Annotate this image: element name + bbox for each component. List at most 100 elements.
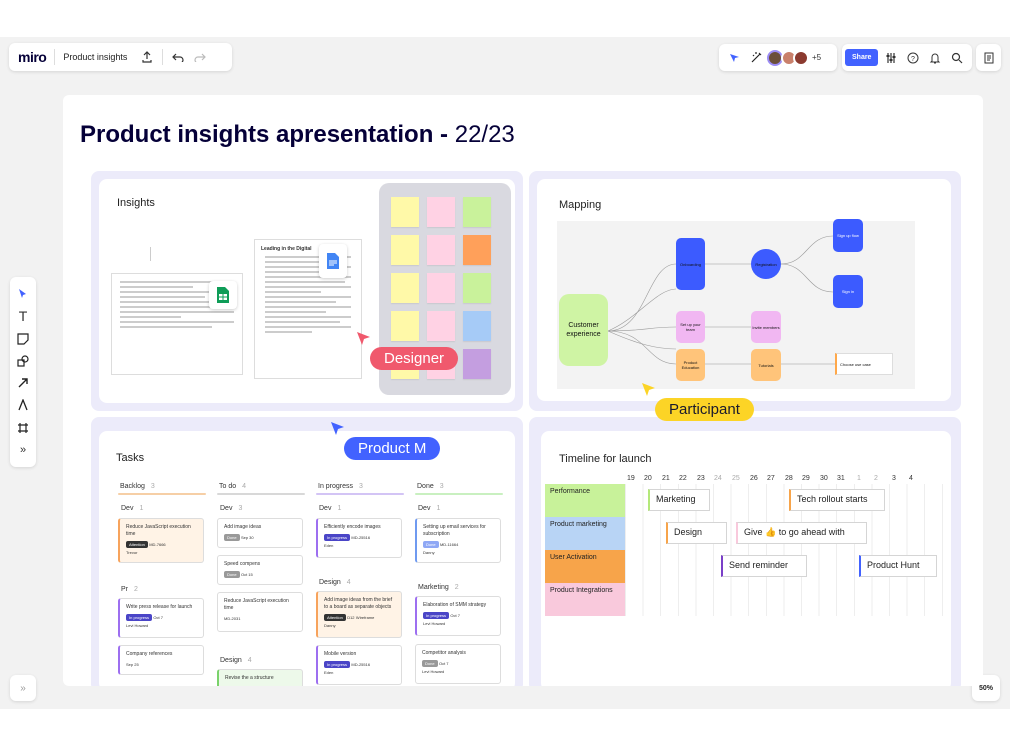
status-tag: Done	[423, 541, 439, 548]
task-card[interactable]: Reduce JavaScript execution time Attenti…	[118, 518, 204, 563]
board-name[interactable]: Product insights	[63, 52, 127, 62]
insights-panel[interactable]: Insights Leading in the Digital	[99, 179, 515, 403]
assignee-name: Danny	[324, 623, 336, 628]
task-card[interactable]: Elaboration of SMM strategy In progress …	[415, 596, 501, 636]
task-card[interactable]: Speed compens Done Oct 15	[217, 555, 303, 585]
task-card[interactable]: Competitor analysis Done Oct 7 Levi Howa…	[415, 644, 501, 684]
connector-arrow-icon[interactable]	[12, 372, 34, 394]
timeline-bar[interactable]: Send reminder	[721, 555, 807, 577]
timeline-bar[interactable]: Product Hunt	[859, 555, 937, 577]
mind-map-root-node[interactable]: Customer experience	[559, 294, 608, 366]
insights-title: Insights	[117, 197, 155, 209]
swimlane-name: Design	[319, 579, 341, 586]
avatar[interactable]	[793, 49, 809, 66]
sticky-note[interactable]	[427, 311, 455, 341]
column-underline	[415, 493, 503, 495]
sticky-note[interactable]	[427, 273, 455, 303]
task-title: Revise the a structure	[225, 675, 274, 681]
sticky-note-icon[interactable]	[12, 328, 34, 350]
mind-map-node[interactable]: Invite members	[751, 311, 781, 343]
sticky-note[interactable]	[463, 235, 491, 265]
export-icon[interactable]	[136, 46, 158, 68]
notifications-bell-icon[interactable]	[924, 47, 946, 69]
share-toolbar: Share ?	[842, 44, 972, 71]
miro-logo[interactable]: miro	[18, 49, 47, 65]
redo-icon[interactable]	[189, 46, 211, 68]
mind-map-node[interactable]: Choose use case	[835, 353, 893, 375]
timeline-day: 26	[750, 475, 758, 482]
designer-cursor-label: Designer	[370, 347, 459, 370]
sticky-note[interactable]	[391, 311, 419, 341]
sticky-note[interactable]	[391, 273, 419, 303]
collaborators-count[interactable]: +5	[812, 53, 821, 62]
divider	[162, 49, 164, 65]
timeline-bar[interactable]: Give 👍 to go ahead with	[736, 522, 867, 544]
shapes-icon[interactable]	[12, 350, 34, 372]
mind-map-node[interactable]: Registration	[751, 249, 781, 279]
text-tool-icon[interactable]: T	[12, 305, 34, 327]
task-card[interactable]: Revise the a structure	[217, 669, 303, 686]
task-card[interactable]: Efficiently encode images In progress MD…	[316, 518, 402, 558]
kanban-swimlane-header: Marketing 2	[418, 584, 459, 591]
task-card[interactable]: Write press release for launch In progre…	[118, 598, 204, 638]
help-icon[interactable]: ?	[902, 47, 924, 69]
share-button[interactable]: Share	[845, 49, 879, 66]
task-card[interactable]: Reduce JavaScript execution time MD-2031	[217, 592, 303, 632]
kanban-swimlane-header: Pr 2	[121, 586, 138, 593]
mapping-panel[interactable]: Mapping Customer experience Onboarding R…	[537, 179, 951, 401]
mind-map-node[interactable]: Tutorials	[751, 349, 781, 381]
swimlane-count: 2	[454, 584, 459, 591]
google-docs-icon[interactable]	[319, 244, 347, 278]
sticky-note[interactable]	[391, 197, 419, 227]
reactions-icon[interactable]	[723, 47, 745, 69]
timeline-bar[interactable]: Marketing	[648, 489, 710, 511]
expand-panel-button[interactable]: »	[10, 675, 36, 701]
divider	[150, 247, 151, 261]
timeline-row-label[interactable]: Product marketing	[545, 517, 625, 550]
sticky-note[interactable]	[463, 273, 491, 303]
task-card[interactable]: Company references Sep 25	[118, 645, 204, 675]
swimlane-count: 4	[247, 657, 252, 664]
google-sheets-icon[interactable]	[209, 281, 237, 309]
swimlane-count: 1	[337, 505, 342, 512]
task-date: Oct 7	[450, 613, 460, 618]
task-card[interactable]: Add image ideas from the brief to a boar…	[316, 591, 402, 638]
timeline-bar[interactable]: Tech rollout starts	[789, 489, 885, 511]
task-card[interactable]: Add image ideas Done Sep 30	[217, 518, 303, 548]
search-icon[interactable]	[946, 47, 968, 69]
kanban-column-header: To do 4	[219, 483, 246, 490]
task-id: MD-25516	[351, 535, 371, 540]
timeline-row-label[interactable]: Product Integrations	[545, 583, 625, 616]
more-tools-icon[interactable]: »	[12, 439, 34, 461]
mind-map-node[interactable]: Onboarding	[676, 238, 705, 290]
sticky-note[interactable]	[427, 235, 455, 265]
frame-icon[interactable]	[12, 417, 34, 439]
mind-map-node[interactable]: Set up your team	[676, 311, 705, 343]
board-title: Product insights apresentation - 22/23	[80, 121, 515, 149]
task-card[interactable]: Setting up email services for subscripti…	[415, 518, 501, 563]
mind-map-node[interactable]: Sign in	[833, 275, 863, 308]
timeline-row-label[interactable]: Performance	[545, 484, 625, 517]
undo-icon[interactable]	[167, 46, 189, 68]
pen-icon[interactable]	[12, 394, 34, 416]
sticky-note[interactable]	[463, 349, 491, 379]
column-count: 4	[242, 483, 247, 490]
timeline-row-label[interactable]: User Activation	[545, 550, 625, 583]
sticky-note[interactable]	[427, 197, 455, 227]
assignee-name: Danny	[423, 550, 435, 555]
magic-pen-icon[interactable]	[745, 47, 767, 69]
mind-map-node[interactable]: Product Education	[676, 349, 705, 381]
board-menu-icon[interactable]	[978, 47, 1000, 69]
sticky-note[interactable]	[463, 197, 491, 227]
timeline-bar[interactable]: Design	[666, 522, 727, 544]
settings-sliders-icon[interactable]	[880, 47, 902, 69]
task-card[interactable]: Mobile version In progress MD-25516 Eden	[316, 645, 402, 685]
select-cursor-icon[interactable]	[12, 283, 34, 305]
status-tag: In progress	[126, 614, 153, 621]
sticky-note[interactable]	[463, 311, 491, 341]
task-date: Oct 15	[240, 572, 253, 577]
mind-map-node[interactable]: Sign up flow	[833, 219, 863, 252]
tasks-panel[interactable]: Tasks Backlog 3 To do 4 In progress 3 Done 3…	[99, 431, 515, 686]
sticky-note[interactable]	[391, 235, 419, 265]
board-title-bold: Product insights apresentation -	[80, 121, 455, 148]
